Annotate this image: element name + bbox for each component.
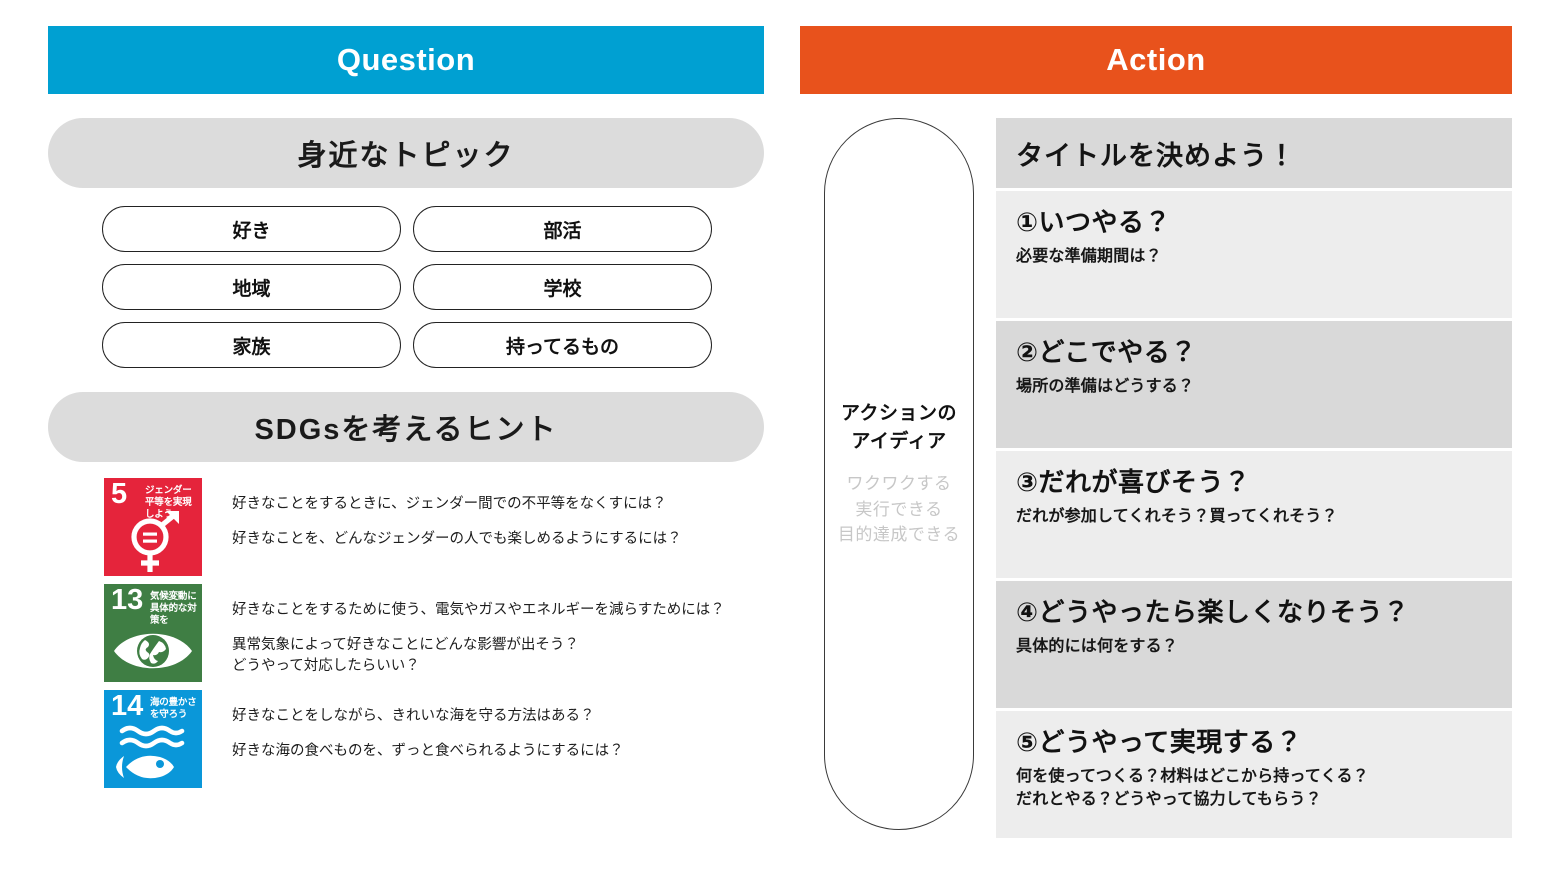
- topic-pill-grid: 好き 部活 地域 学校 家族 持ってるもの: [48, 206, 764, 368]
- question-column: Question 身近なトピック 好き 部活 地域 学校 家族 持ってるもの S…: [48, 26, 764, 856]
- sdg-hint-line: 好きなことをするために使う、電気やガスやエネルギーを減らすためには？: [232, 602, 725, 618]
- sdg-goal-label: 海の豊かさを守ろう: [150, 697, 197, 720]
- action-step-subtext: 何を使ってつくる？材料はどこから持ってくる？ だれとやる？どうやって協力してもら…: [1016, 765, 1492, 811]
- action-title-bar: タイトルを決めよう！: [996, 118, 1512, 188]
- sdg-section-title: SDGsを考えるヒント: [48, 392, 764, 462]
- topic-pill-label: 学校: [543, 278, 582, 300]
- action-step-subline: 場所の準備はどうする？: [1016, 377, 1195, 395]
- sdg-hint-line: 好きなことを、どんなジェンダーの人でも楽しめるようにするには？: [232, 531, 682, 548]
- action-step-4: ④どうやったら楽しくなりそう？ 具体的には何をする？: [996, 581, 1512, 708]
- action-step-subtext: だれが参加してくれそう？買ってくれそう？: [1016, 505, 1492, 528]
- topic-pill-label: 好き: [232, 220, 271, 242]
- action-step-subtext: 具体的には何をする？: [1016, 635, 1492, 658]
- action-step-question: ④どうやったら楽しくなりそう？: [1016, 597, 1410, 627]
- sdg-goal-number: 14: [111, 690, 144, 722]
- sdg-hint-row: 13 気候変動に具体的な対策を 好きなことをするために使う、電気やガスやエネルギ…: [104, 584, 764, 682]
- sdg-hint-row: 5 ジェンダー平等を実現しよう 好きなことをするときに、ジェンダー間での不平等を…: [104, 478, 764, 576]
- action-step-subtext: 必要な準備期間は？: [1016, 245, 1492, 268]
- sdg-hint-text: 好きなことをするときに、ジェンダー間での不平等をなくすには？ 好きなことを、どん…: [202, 478, 682, 550]
- sdg-hint-paragraph: 好きなことを、どんなジェンダーの人でも楽しめるようにするには？: [232, 529, 682, 550]
- sdg-hint-list: 5 ジェンダー平等を実現しよう 好きなことをするときに、ジェンダー間での不平等を…: [48, 478, 764, 788]
- sdg-hint-row: 14 海の豊かさを守ろう 好きなことをしながら、きれいな海を守る方法はある？ 好…: [104, 690, 764, 788]
- slide-root: Question 身近なトピック 好き 部活 地域 学校 家族 持ってるもの S…: [0, 0, 1560, 878]
- action-idea-title: アクションの アイディア: [841, 400, 957, 455]
- sdg-hint-line: 好きな海の食べものを、ずっと食べられるようにするには？: [232, 743, 624, 760]
- topic-pill-suki[interactable]: 好き: [102, 206, 401, 252]
- action-step-question: ②どこでやる？: [1016, 337, 1197, 367]
- action-step-3: ③だれが喜びそう？ だれが参加してくれそう？買ってくれそう？: [996, 451, 1512, 578]
- action-idea-title-line: アクションの: [840, 403, 958, 425]
- sdg-hint-paragraph: 好きなことをしながら、きれいな海を守る方法はある？: [232, 706, 624, 727]
- topic-pill-label: 部活: [543, 220, 582, 242]
- sdg-hint-line: 異常気象によって好きなことにどんな影響が出そう？: [232, 637, 579, 654]
- sdg-hint-paragraph: 好きな海の食べものを、ずっと食べられるようにするには？: [232, 741, 624, 762]
- question-column-header: Question: [48, 26, 764, 94]
- action-step-list: タイトルを決めよう！ ①いつやる？ 必要な準備期間は？ ②どこでやる？ 場所の準…: [996, 118, 1512, 838]
- sdg-hint-text: 好きなことをしながら、きれいな海を守る方法はある？ 好きな海の食べものを、ずっと…: [202, 690, 624, 762]
- action-idea-criteria-line: 目的達成できる: [837, 525, 961, 545]
- sdg-hint-paragraph: 好きなことをするときに、ジェンダー間での不平等をなくすには？: [232, 494, 682, 515]
- action-column-header: Action: [800, 26, 1512, 94]
- sdg-hint-line: 好きなことをするときに、ジェンダー間での不平等をなくすには？: [232, 496, 667, 512]
- sdg-goal-14-tile: 14 海の豊かさを守ろう: [104, 690, 202, 788]
- sdg-goal-13-tile: 13 気候変動に具体的な対策を: [104, 584, 202, 682]
- action-idea-criteria-line: ワクワクする: [846, 474, 952, 494]
- sdg-section-title-label: SDGsを考えるヒント: [254, 414, 558, 446]
- action-step-question: ③だれが喜びそう？: [1016, 467, 1251, 497]
- action-idea-criteria-line: 実行できる: [855, 499, 943, 519]
- action-idea-criteria: ワクワクする 実行できる 目的達成できる: [838, 471, 960, 548]
- sdg-goal-5-tile: 5 ジェンダー平等を実現しよう: [104, 478, 202, 576]
- sdg-hint-paragraph: 異常気象によって好きなことにどんな影響が出そう？ どうやって対応したらいい？: [232, 635, 725, 677]
- topic-pill-label: 家族: [232, 336, 271, 358]
- topic-section-title: 身近なトピック: [48, 118, 764, 188]
- action-column: Action アクションの アイディア ワクワクする 実行できる 目的達成できる…: [800, 26, 1512, 856]
- action-step-subline: だれとやる？どうやって協力してもらう？: [1016, 791, 1322, 809]
- sdg-hint-paragraph: 好きなことをするために使う、電気やガスやエネルギーを減らすためには？: [232, 600, 725, 621]
- topic-pill-bukatsu[interactable]: 部活: [413, 206, 712, 252]
- climate-eye-globe-icon: [104, 616, 202, 682]
- action-title-bar-label: タイトルを決めよう！: [1016, 140, 1296, 171]
- sdg-hint-line: どうやって対応したらいい？: [232, 658, 420, 675]
- sdg-hint-text: 好きなことをするために使う、電気やガスやエネルギーを減らすためには？ 異常気象に…: [202, 584, 725, 677]
- action-idea-title-line: アイディア: [851, 430, 947, 452]
- topic-pill-chiiki[interactable]: 地域: [102, 264, 401, 310]
- action-header-label: Action: [1106, 42, 1206, 77]
- topic-pill-gakkou[interactable]: 学校: [413, 264, 712, 310]
- topic-pill-kazoku[interactable]: 家族: [102, 322, 401, 368]
- action-step-question: ①いつやる？: [1016, 207, 1172, 237]
- action-step-subline: 具体的には何をする？: [1016, 637, 1179, 655]
- action-idea-capsule: アクションの アイディア ワクワクする 実行できる 目的達成できる: [824, 118, 974, 830]
- sdg-hint-line: 好きなことをしながら、きれいな海を守る方法はある？: [232, 708, 595, 724]
- action-body: アクションの アイディア ワクワクする 実行できる 目的達成できる タイトルを決…: [800, 118, 1512, 838]
- action-step-subtext: 場所の準備はどうする？: [1016, 375, 1492, 398]
- action-step-1: ①いつやる？ 必要な準備期間は？: [996, 191, 1512, 318]
- topic-section-title-label: 身近なトピック: [297, 140, 515, 172]
- question-header-label: Question: [336, 42, 476, 77]
- topic-pill-label: 持ってるもの: [505, 336, 620, 358]
- action-step-subline: 必要な準備期間は？: [1016, 247, 1162, 265]
- sdg-goal-number: 5: [111, 478, 128, 510]
- sdg-goal-number: 13: [111, 584, 144, 616]
- topic-pill-motterumono[interactable]: 持ってるもの: [413, 322, 712, 368]
- action-step-subline: だれが参加してくれそう？買ってくれそう？: [1016, 507, 1338, 525]
- gender-equality-icon: [104, 510, 202, 576]
- topic-pill-label: 地域: [232, 278, 271, 300]
- action-step-5: ⑤どうやって実現する？ 何を使ってつくる？材料はどこから持ってくる？ だれとやる…: [996, 711, 1512, 838]
- action-step-2: ②どこでやる？ 場所の準備はどうする？: [996, 321, 1512, 448]
- action-step-subline: 何を使ってつくる？材料はどこから持ってくる？: [1016, 767, 1369, 785]
- action-step-question: ⑤どうやって実現する？: [1016, 727, 1303, 757]
- ocean-fish-waves-icon: [104, 722, 202, 788]
